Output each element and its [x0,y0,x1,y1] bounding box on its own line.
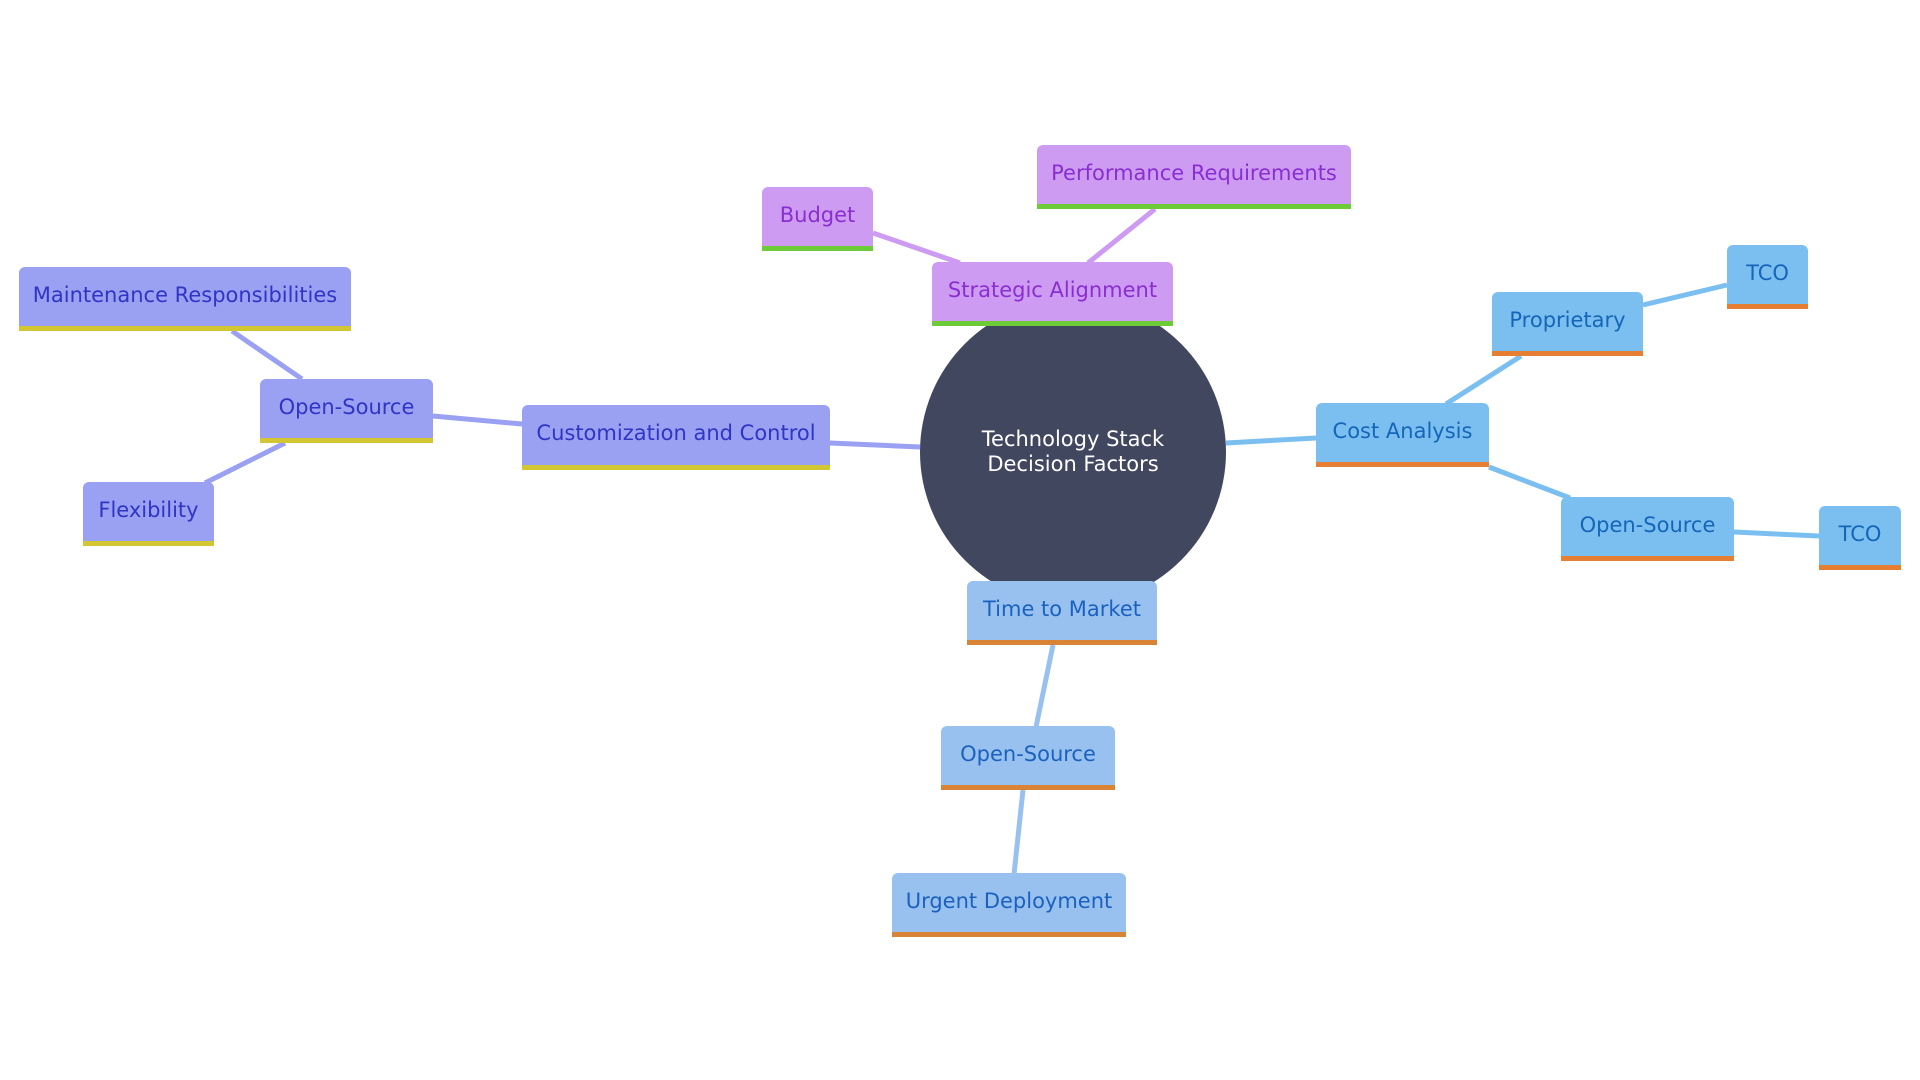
edge-opensource-maintenance [230,328,304,382]
edge-customization-opensource [432,413,523,427]
edge-cost-proprietary [1444,353,1523,407]
node-open-source-customization[interactable]: Open-Source [260,379,433,443]
edge-cost-opensource [1488,464,1571,501]
node-proprietary[interactable]: Proprietary [1492,292,1643,356]
node-maintenance-responsibilities[interactable]: Maintenance Responsibilities [19,267,351,331]
node-label: Open-Source [960,741,1096,766]
node-time-to-market[interactable]: Time to Market [967,581,1157,645]
node-strategic-alignment[interactable]: Strategic Alignment [932,262,1173,326]
edge-root-cost [1225,435,1317,446]
node-label: Maintenance Responsibilities [32,282,338,307]
root-node[interactable]: Technology Stack Decision Factors [920,299,1226,605]
node-label: Strategic Alignment [947,277,1158,302]
node-open-source-time[interactable]: Open-Source [941,726,1115,790]
node-label: Cost Analysis [1332,418,1473,443]
edge-time-opensource [1033,644,1056,728]
node-customization-and-control[interactable]: Customization and Control [522,405,830,470]
node-label: Customization and Control [536,421,816,445]
node-urgent-deployment[interactable]: Urgent Deployment [892,873,1126,937]
node-label: Open-Source [278,394,415,419]
edge-opensource-tco [1733,529,1820,539]
node-cost-analysis[interactable]: Cost Analysis [1316,403,1489,467]
node-label: Time to Market [982,596,1141,621]
edge-root-customization [829,440,921,450]
node-flexibility[interactable]: Flexibility [83,482,214,546]
node-label: Urgent Deployment [905,888,1113,913]
node-label: Flexibility [98,497,199,522]
node-label: Open-Source [1579,512,1716,537]
edge-opensource-urgent [1011,789,1026,875]
node-tco-proprietary[interactable]: TCO [1727,245,1808,309]
edge-opensource-flexibility [203,440,287,486]
node-tco-open-source[interactable]: TCO [1819,506,1901,570]
root-label: Technology Stack Decision Factors [981,427,1165,476]
node-performance-requirements[interactable]: Performance Requirements [1037,145,1351,209]
edge-strategic-budget [872,230,961,266]
node-budget[interactable]: Budget [762,187,873,251]
node-label: Budget [779,202,856,227]
edge-strategic-performance [1086,207,1157,265]
node-open-source-cost[interactable]: Open-Source [1561,497,1734,561]
edge-proprietary-tco [1642,282,1728,308]
node-label: Proprietary [1509,307,1626,332]
node-label: TCO [1838,521,1882,546]
node-label: TCO [1746,260,1789,285]
node-label: Performance Requirements [1051,160,1337,185]
